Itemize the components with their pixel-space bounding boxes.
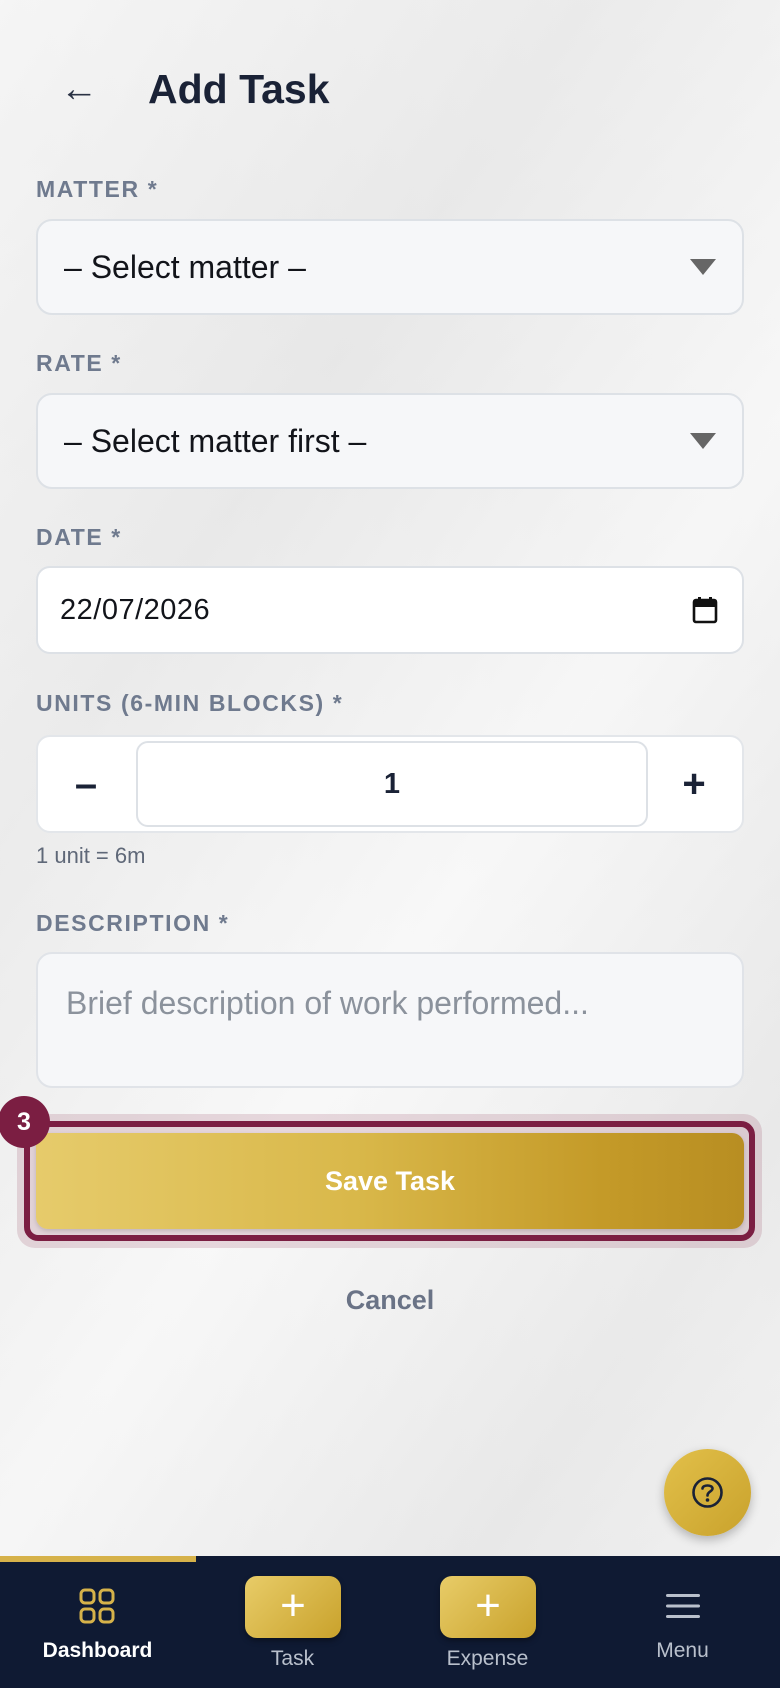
caret-down-icon	[690, 259, 716, 275]
nav-item-menu[interactable]: Menu	[585, 1556, 780, 1688]
nav-label-menu: Menu	[656, 1639, 709, 1662]
matter-select[interactable]: – Select matter –	[36, 219, 744, 315]
bottom-nav: Dashboard + Task + Expense Menu	[0, 1556, 780, 1688]
help-button[interactable]	[664, 1449, 751, 1536]
nav-label-task: Task	[270, 1647, 315, 1670]
decrement-button[interactable]: –	[38, 737, 134, 831]
step-badge: 3	[0, 1096, 50, 1148]
page-title: Add Task	[148, 66, 330, 112]
cancel-button[interactable]: Cancel	[0, 1282, 780, 1318]
nav-item-task[interactable]: + Task	[195, 1556, 390, 1688]
caret-down-icon	[690, 433, 716, 449]
nav-label-expense: Expense	[446, 1647, 529, 1670]
page-header: ← Add Task	[0, 0, 780, 180]
description-label: DESCRIPTION *	[36, 910, 230, 936]
back-arrow-button[interactable]: ←	[56, 62, 102, 116]
rate-label: RATE *	[36, 350, 122, 376]
nav-item-dashboard[interactable]: Dashboard	[0, 1556, 195, 1688]
date-label: DATE *	[36, 524, 122, 550]
units-input[interactable]: 1	[136, 741, 648, 827]
rate-select[interactable]: – Select matter first –	[36, 393, 744, 489]
plus-icon: +	[245, 1576, 341, 1638]
matter-label: MATTER *	[36, 176, 159, 202]
grid-icon	[79, 1588, 115, 1624]
units-label: UNITS (6-MIN BLOCKS) *	[36, 690, 344, 716]
description-textarea[interactable]: Brief description of work performed...	[36, 952, 744, 1088]
units-hint: 1 unit = 6m	[36, 843, 146, 868]
nav-label-dashboard: Dashboard	[42, 1639, 153, 1662]
rate-select-value: – Select matter first –	[64, 423, 367, 459]
date-value: 22/07/2026	[60, 594, 211, 626]
save-task-button[interactable]: Save Task	[36, 1133, 744, 1229]
question-icon	[692, 1477, 723, 1508]
calendar-icon[interactable]	[692, 596, 718, 624]
hamburger-icon	[666, 1594, 700, 1618]
units-stepper: – 1 +	[36, 735, 744, 833]
date-input[interactable]: 22/07/2026	[36, 566, 744, 654]
nav-item-expense[interactable]: + Expense	[390, 1556, 585, 1688]
increment-button[interactable]: +	[646, 737, 742, 831]
description-placeholder: Brief description of work performed...	[66, 985, 589, 1021]
plus-icon: +	[440, 1576, 536, 1638]
matter-select-value: – Select matter –	[64, 249, 306, 285]
